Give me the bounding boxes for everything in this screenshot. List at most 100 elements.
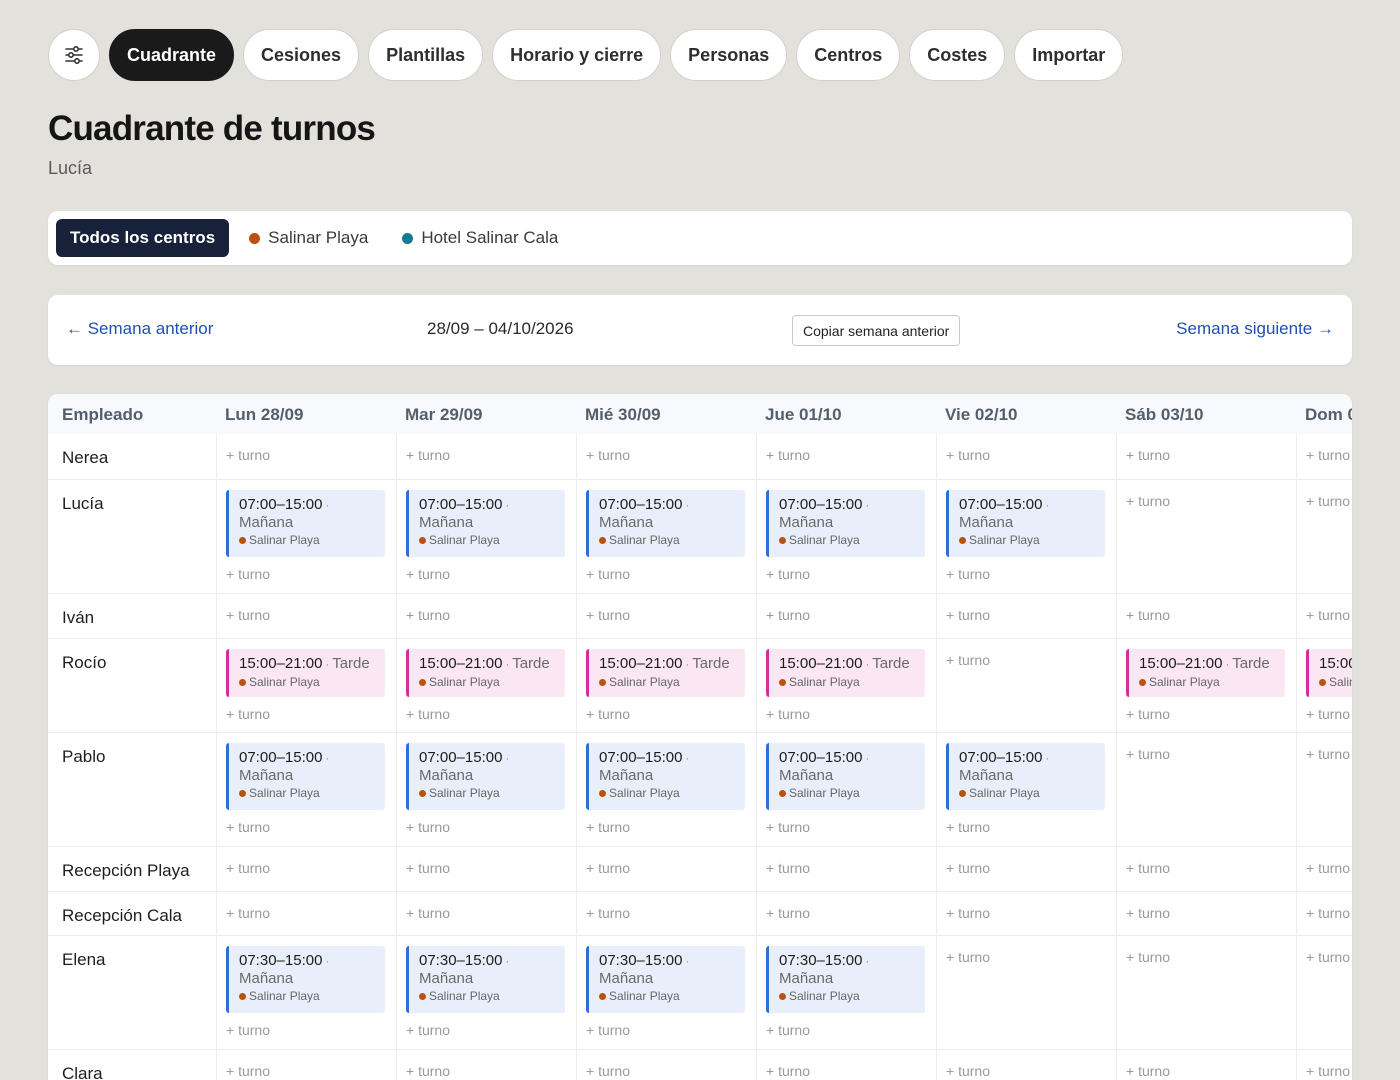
add-shift-button[interactable]: + turno: [586, 1022, 630, 1038]
shift-card[interactable]: 15:00–21:00 · Tarde Salinar Playa: [1306, 649, 1352, 697]
shift-card[interactable]: 07:30–15:00 · Mañana Salinar Playa: [766, 946, 925, 1013]
filter-center-salinar-playa[interactable]: Salinar Playa: [249, 228, 368, 248]
shift-card[interactable]: 15:00–21:00 · Tarde Salinar Playa: [766, 649, 925, 697]
shift-card[interactable]: 07:30–15:00 · Mañana Salinar Playa: [586, 946, 745, 1013]
shift-card[interactable]: 07:00–15:00 · Mañana Salinar Playa: [766, 490, 925, 557]
tab-horario-y-cierre[interactable]: Horario y cierre: [492, 29, 662, 81]
shift-card[interactable]: 15:00–21:00 · Tarde Salinar Playa: [586, 649, 745, 697]
add-shift-button[interactable]: + turno: [1126, 746, 1170, 762]
tab-centros[interactable]: Centros: [796, 29, 901, 81]
add-shift-button[interactable]: + turno: [226, 447, 270, 463]
tab-cesiones[interactable]: Cesiones: [243, 29, 360, 81]
add-shift-button[interactable]: + turno: [406, 905, 450, 921]
shift-card[interactable]: 07:00–15:00 · Mañana Salinar Playa: [946, 490, 1105, 557]
add-shift-button[interactable]: + turno: [946, 1063, 990, 1079]
add-shift-button[interactable]: + turno: [766, 860, 810, 876]
add-shift-button[interactable]: + turno: [226, 706, 270, 722]
shift-card[interactable]: 07:00–15:00 · Mañana Salinar Playa: [226, 743, 385, 810]
add-shift-button[interactable]: + turno: [766, 607, 810, 623]
filter-all-centers[interactable]: Todos los centros: [56, 219, 230, 257]
tab-importar[interactable]: Importar: [1014, 29, 1124, 81]
add-shift-button[interactable]: + turno: [1126, 860, 1170, 876]
add-shift-button[interactable]: + turno: [406, 607, 450, 623]
shift-card[interactable]: 07:30–15:00 · Mañana Salinar Playa: [406, 946, 565, 1013]
add-shift-button[interactable]: + turno: [226, 566, 270, 582]
add-shift-button[interactable]: + turno: [1126, 905, 1170, 921]
add-shift-button[interactable]: + turno: [406, 1022, 450, 1038]
add-shift-button[interactable]: + turno: [1306, 447, 1350, 463]
add-shift-button[interactable]: + turno: [1306, 607, 1350, 623]
add-shift-button[interactable]: + turno: [766, 566, 810, 582]
tab-cuadrante[interactable]: Cuadrante: [109, 29, 235, 81]
shift-card[interactable]: 07:00–15:00 · Mañana Salinar Playa: [226, 490, 385, 557]
add-shift-button[interactable]: + turno: [406, 1063, 450, 1079]
shift-card[interactable]: 07:00–15:00 · Mañana Salinar Playa: [766, 743, 925, 810]
add-shift-button[interactable]: + turno: [586, 819, 630, 835]
add-shift-button[interactable]: + turno: [226, 819, 270, 835]
tab-costes[interactable]: Costes: [909, 29, 1006, 81]
shift-card[interactable]: 07:00–15:00 · Mañana Salinar Playa: [406, 490, 565, 557]
add-shift-button[interactable]: + turno: [586, 860, 630, 876]
add-shift-button[interactable]: + turno: [946, 860, 990, 876]
add-shift-button[interactable]: + turno: [226, 1022, 270, 1038]
copy-previous-week-button[interactable]: Copiar semana anterior: [792, 315, 961, 346]
add-shift-button[interactable]: + turno: [586, 905, 630, 921]
filter-center-hotel-salinar-cala[interactable]: Hotel Salinar Cala: [402, 228, 558, 248]
add-shift-button[interactable]: + turno: [406, 566, 450, 582]
add-shift-button[interactable]: + turno: [946, 447, 990, 463]
add-shift-button[interactable]: + turno: [406, 706, 450, 722]
add-shift-button[interactable]: + turno: [406, 447, 450, 463]
add-shift-button[interactable]: + turno: [226, 860, 270, 876]
add-shift-button[interactable]: + turno: [406, 819, 450, 835]
add-shift-button[interactable]: + turno: [1306, 949, 1350, 965]
add-shift-button[interactable]: + turno: [1306, 1063, 1350, 1079]
column-divider: [756, 1050, 757, 1080]
add-shift-button[interactable]: + turno: [1306, 905, 1350, 921]
shift-card[interactable]: 07:00–15:00 · Mañana Salinar Playa: [406, 743, 565, 810]
add-shift-button[interactable]: + turno: [1126, 949, 1170, 965]
add-shift-button[interactable]: + turno: [946, 566, 990, 582]
shift-card[interactable]: 07:00–15:00 · Mañana Salinar Playa: [586, 743, 745, 810]
add-shift-button[interactable]: + turno: [586, 1063, 630, 1079]
shift-card[interactable]: 15:00–21:00 · Tarde Salinar Playa: [406, 649, 565, 697]
add-shift-button[interactable]: + turno: [586, 447, 630, 463]
add-shift-button[interactable]: + turno: [946, 652, 990, 668]
add-shift-button[interactable]: + turno: [1306, 860, 1350, 876]
tab-plantillas[interactable]: Plantillas: [368, 29, 484, 81]
add-shift-button[interactable]: + turno: [766, 905, 810, 921]
column-divider: [756, 594, 757, 638]
add-shift-button[interactable]: + turno: [1126, 493, 1170, 509]
add-shift-button[interactable]: + turno: [586, 566, 630, 582]
add-shift-button[interactable]: + turno: [766, 706, 810, 722]
add-shift-button[interactable]: + turno: [946, 905, 990, 921]
add-shift-button[interactable]: + turno: [226, 607, 270, 623]
add-shift-button[interactable]: + turno: [226, 1063, 270, 1079]
add-shift-button[interactable]: + turno: [766, 1063, 810, 1079]
add-shift-button[interactable]: + turno: [1126, 706, 1170, 722]
shift-card[interactable]: 07:00–15:00 · Mañana Salinar Playa: [586, 490, 745, 557]
add-shift-button[interactable]: + turno: [766, 447, 810, 463]
add-shift-button[interactable]: + turno: [946, 819, 990, 835]
add-shift-button[interactable]: + turno: [586, 607, 630, 623]
add-shift-button[interactable]: + turno: [1126, 1063, 1170, 1079]
add-shift-button[interactable]: + turno: [226, 905, 270, 921]
shift-card[interactable]: 15:00–21:00 · Tarde Salinar Playa: [1126, 649, 1285, 697]
add-shift-button[interactable]: + turno: [1126, 607, 1170, 623]
add-shift-button[interactable]: + turno: [766, 1022, 810, 1038]
shift-card[interactable]: 15:00–21:00 · Tarde Salinar Playa: [226, 649, 385, 697]
tab-personas[interactable]: Personas: [670, 29, 788, 81]
add-shift-button[interactable]: + turno: [766, 819, 810, 835]
add-shift-button[interactable]: + turno: [946, 607, 990, 623]
next-week-link[interactable]: Semana siguiente →: [1176, 319, 1334, 339]
add-shift-button[interactable]: + turno: [406, 860, 450, 876]
add-shift-button[interactable]: + turno: [1306, 493, 1350, 509]
add-shift-button[interactable]: + turno: [946, 949, 990, 965]
previous-week-link[interactable]: ← Semana anterior: [66, 319, 213, 339]
add-shift-button[interactable]: + turno: [1306, 706, 1350, 722]
shift-card[interactable]: 07:30–15:00 · Mañana Salinar Playa: [226, 946, 385, 1013]
sliders-icon[interactable]: [48, 29, 100, 81]
add-shift-button[interactable]: + turno: [1126, 447, 1170, 463]
add-shift-button[interactable]: + turno: [1306, 746, 1350, 762]
shift-card[interactable]: 07:00–15:00 · Mañana Salinar Playa: [946, 743, 1105, 810]
add-shift-button[interactable]: + turno: [586, 706, 630, 722]
